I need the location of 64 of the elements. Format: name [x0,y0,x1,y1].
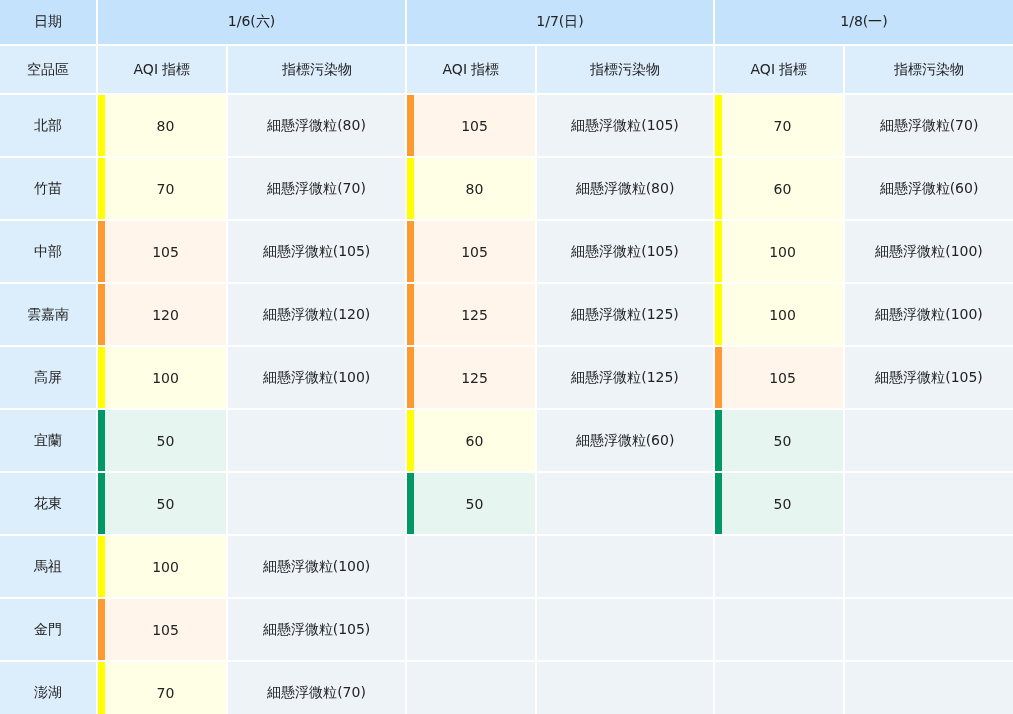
pollutant-cell: 細懸浮微粒(70) [845,95,1013,156]
pollutant-cell: 細懸浮微粒(80) [228,95,405,156]
column-header: 指標污染物 [845,46,1013,93]
aqi-value: 105 [152,243,179,260]
pollutant-cell: 細懸浮微粒(100) [845,221,1013,282]
column-header: AQI 指標 [407,46,535,93]
pollutant-cell: 細懸浮微粒(80) [537,158,713,219]
pollutant-cell: 細懸浮微粒(60) [537,410,713,471]
aqi-value: 120 [152,306,179,323]
pollutant-cell: 細懸浮微粒(105) [845,347,1013,408]
aqi-value: 100 [769,243,796,260]
region-cell: 花東 [0,473,96,534]
aqi-value: 70 [156,684,175,701]
aqi-value: 100 [152,558,179,575]
region-cell: 中部 [0,221,96,282]
pollutant-cell: 細懸浮微粒(70) [228,158,405,219]
column-header: 指標污染物 [228,46,405,93]
pollutant-cell: 細懸浮微粒(60) [845,158,1013,219]
aqi-value: 100 [769,306,796,323]
pollutant-cell: 細懸浮微粒(105) [228,599,405,660]
aqi-value: 100 [152,369,179,386]
date-header: 日期 [0,0,96,44]
aqi-value: 60 [465,432,484,449]
date-header: 1/8(一) [715,0,1013,44]
pollutant-cell: 細懸浮微粒(100) [228,536,405,597]
column-header: AQI 指標 [98,46,226,93]
aqi-value: 125 [461,369,488,386]
aqi-value: 105 [461,243,488,260]
region-cell: 雲嘉南 [0,284,96,345]
aqi-value: 50 [156,495,175,512]
pollutant-cell: 細懸浮微粒(125) [537,347,713,408]
pollutant-cell: 細懸浮微粒(100) [845,284,1013,345]
aqi-value: 50 [773,495,792,512]
aqi-value: 80 [156,117,175,134]
region-cell: 宜蘭 [0,410,96,471]
aqi-value: 105 [461,117,488,134]
region-cell: 高屏 [0,347,96,408]
region-cell: 金門 [0,599,96,660]
date-header: 1/7(日) [407,0,713,44]
column-header: AQI 指標 [715,46,843,93]
pollutant-cell: 細懸浮微粒(125) [537,284,713,345]
region-cell: 澎湖 [0,662,96,714]
region-cell: 北部 [0,95,96,156]
region-cell: 馬祖 [0,536,96,597]
aqi-value: 70 [156,180,175,197]
pollutant-cell: 細懸浮微粒(70) [228,662,405,714]
aqi-value: 50 [156,432,175,449]
aqi-value: 50 [465,495,484,512]
aqi-value: 50 [773,432,792,449]
date-header: 1/6(六) [98,0,405,44]
pollutant-cell: 細懸浮微粒(105) [537,221,713,282]
aqi-value: 125 [461,306,488,323]
aqi-value: 105 [152,621,179,638]
aqi-value: 80 [465,180,484,197]
region-cell: 竹苗 [0,158,96,219]
pollutant-cell: 細懸浮微粒(105) [537,95,713,156]
aqi-value: 60 [773,180,792,197]
pollutant-cell: 細懸浮微粒(105) [228,221,405,282]
column-header: 指標污染物 [537,46,713,93]
aqi-value: 105 [769,369,796,386]
aqi-value: 70 [773,117,792,134]
pollutant-cell: 細懸浮微粒(100) [228,347,405,408]
pollutant-cell: 細懸浮微粒(120) [228,284,405,345]
column-header: 空品區 [0,46,96,93]
